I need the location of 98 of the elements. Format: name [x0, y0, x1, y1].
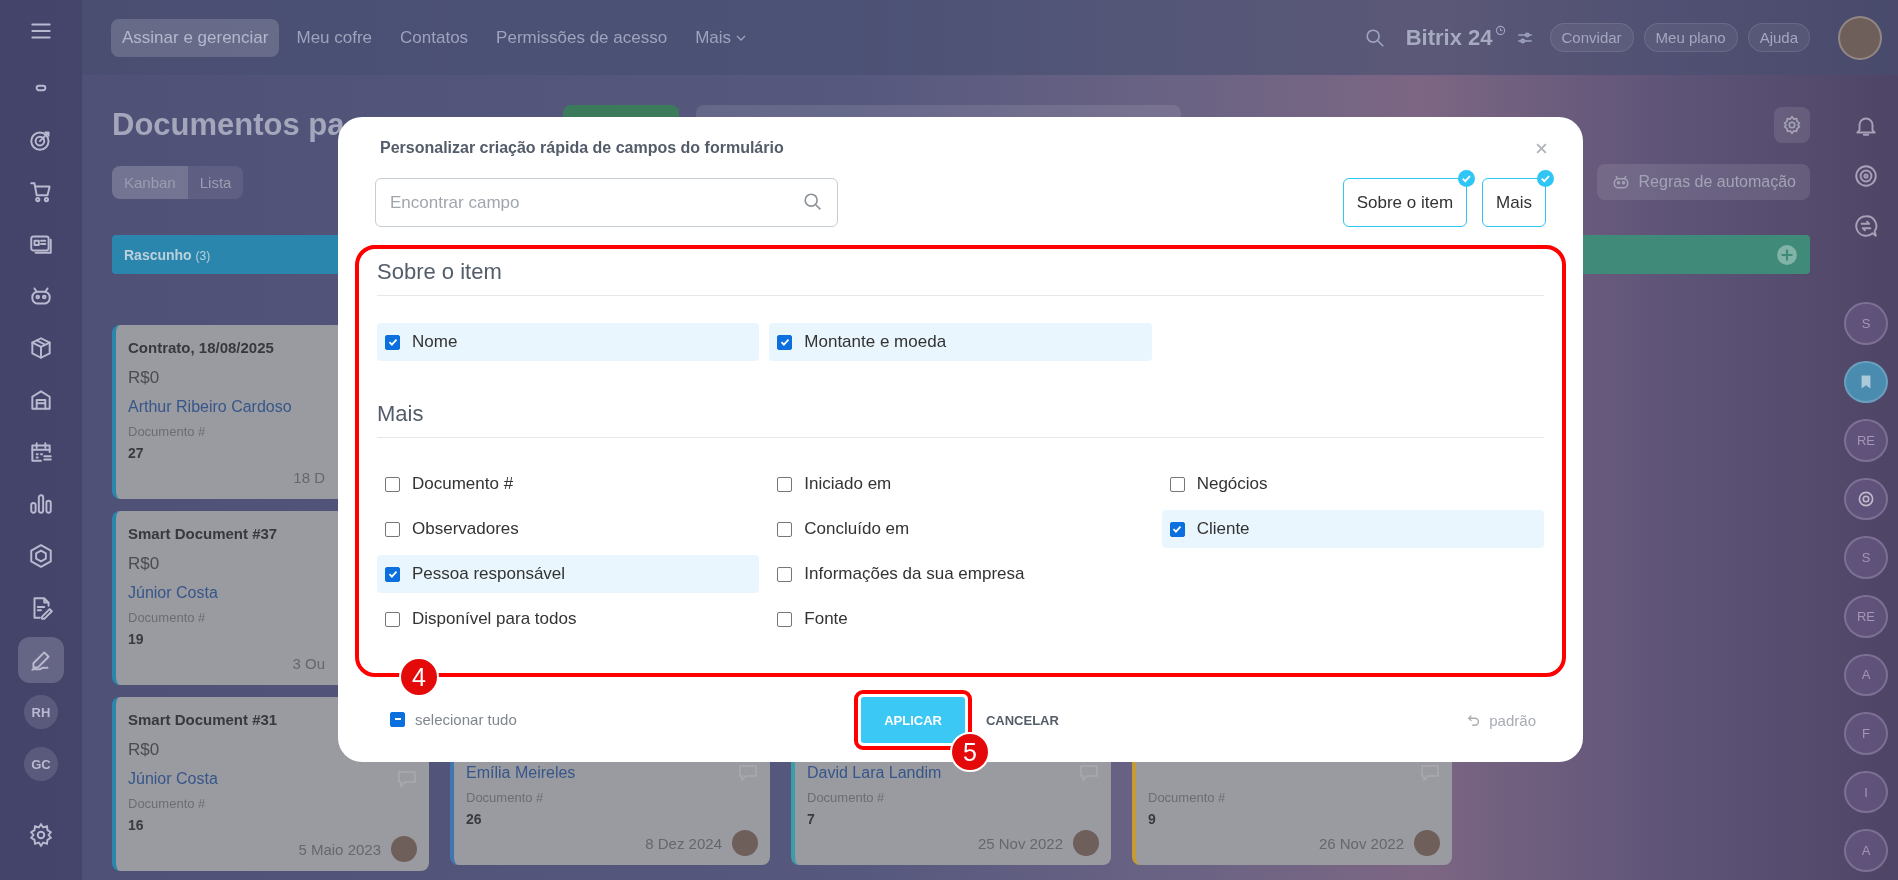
search-icon[interactable] — [1363, 26, 1386, 49]
checkbox[interactable] — [385, 521, 400, 537]
checkbox-option[interactable]: Montante e moeda — [769, 323, 1152, 361]
user-initials[interactable]: GC — [24, 747, 58, 781]
automation-button[interactable]: Regras de automação — [1596, 164, 1810, 200]
cart-icon — [28, 179, 54, 205]
header-button[interactable]: Convidar — [1549, 23, 1634, 52]
check-icon — [386, 568, 399, 580]
warehouse-icon — [28, 387, 54, 413]
checkbox[interactable] — [777, 566, 793, 582]
user-avatar — [732, 830, 758, 856]
check-icon — [386, 336, 399, 348]
settings-icon[interactable] — [28, 822, 54, 848]
checkbox[interactable] — [777, 476, 793, 492]
user-avatar — [391, 836, 417, 862]
gear-icon — [1781, 114, 1803, 136]
caret-icon — [736, 34, 747, 41]
box-icon — [28, 335, 54, 361]
amount-text: R$0 — [128, 740, 160, 760]
user-avatar — [1414, 830, 1440, 856]
hexagon-icon — [28, 543, 54, 569]
check-badge-icon — [1537, 170, 1554, 187]
contact-initials[interactable]: RE — [1844, 419, 1888, 462]
check-icon — [778, 336, 791, 348]
checkbox[interactable] — [1169, 521, 1185, 537]
nav-tab[interactable]: Meu cofre — [285, 18, 384, 57]
bar-chart-icon — [28, 491, 54, 517]
checkbox-option[interactable]: Informações da sua empresa — [769, 555, 1152, 593]
person-link[interactable]: Júnior Costa — [128, 584, 218, 602]
page-title: Documentos pa — [112, 107, 345, 143]
section-title: Sobre o item — [377, 259, 1544, 296]
card-title: Smart Document #31 — [128, 711, 278, 728]
nav-tab[interactable]: Assinar e gerenciar — [111, 18, 280, 57]
checkbox[interactable] — [385, 476, 400, 492]
field-value: 27 — [128, 445, 144, 461]
checkbox[interactable] — [385, 611, 400, 627]
section-title: Mais — [377, 401, 1544, 438]
header-button[interactable]: Meu plano — [1643, 23, 1738, 52]
check-badge-icon — [1458, 170, 1476, 187]
checkbox-option[interactable]: Iniciado em — [769, 465, 1152, 503]
checkbox[interactable] — [777, 611, 793, 627]
contact-initials[interactable]: S — [1844, 536, 1888, 579]
card-title: Smart Document #37 — [128, 525, 278, 542]
pen-button[interactable] — [18, 637, 64, 683]
field-value: 16 — [128, 817, 144, 833]
bookmark-button[interactable] — [1844, 360, 1888, 404]
nav-tab[interactable]: Contatos — [389, 18, 480, 57]
checkbox-option[interactable]: Nome — [377, 323, 760, 361]
card-title: Contrato, 18/08/2025 — [128, 339, 274, 356]
checkbox[interactable] — [777, 521, 793, 537]
contact-initials[interactable]: A — [1844, 829, 1888, 872]
field-value: 7 — [807, 811, 815, 827]
field-value: 9 — [1148, 811, 1156, 827]
chat-icon[interactable] — [1853, 213, 1879, 240]
check-icon — [1171, 523, 1184, 535]
person-link[interactable]: Arthur Ribeiro Cardoso — [128, 398, 292, 416]
checkbox-option[interactable]: Negócios — [1161, 465, 1544, 503]
dialog-title: Personalizar criação rápida de campos do formulário — [380, 139, 784, 157]
checkbox-option[interactable]: Cliente — [1161, 510, 1544, 548]
view-tab[interactable]: Lista — [187, 165, 244, 199]
chat-logo[interactable] — [1844, 477, 1888, 521]
checkbox-option[interactable]: Pessoa responsável — [377, 555, 760, 593]
checkbox[interactable] — [390, 711, 405, 727]
user-avatar — [1073, 830, 1099, 856]
checkbox[interactable] — [1169, 476, 1185, 492]
contact-initials[interactable]: S — [1844, 302, 1888, 345]
step-badge: 4 — [399, 657, 439, 697]
header-button[interactable]: Ajuda — [1747, 23, 1810, 52]
reset-link[interactable]: padrão — [1467, 711, 1536, 729]
field-value: 26 — [466, 811, 482, 827]
amount-text: R$0 — [128, 368, 160, 388]
field-value: 19 — [128, 631, 144, 647]
clock-icon — [1494, 25, 1506, 36]
nav-tab[interactable]: Mais — [684, 18, 758, 57]
person-link[interactable]: Júnior Costa — [128, 770, 218, 788]
checkbox[interactable] — [777, 334, 793, 350]
contact-initials[interactable]: F — [1844, 712, 1888, 755]
search-icon — [802, 191, 824, 213]
user-avatar[interactable] — [1838, 15, 1882, 60]
person-link[interactable]: David Lara Landim — [807, 764, 942, 782]
contact-initials[interactable]: A — [1844, 653, 1888, 697]
settings-button[interactable] — [1774, 107, 1810, 143]
contact-initials[interactable]: RE — [1844, 595, 1888, 638]
spiral-icon[interactable] — [1853, 163, 1879, 190]
undo-icon — [1467, 713, 1482, 727]
search-field[interactable]: Encontrar campo — [375, 178, 838, 227]
amount-text: R$0 — [128, 554, 160, 574]
logo-text: Bitrix 24 — [1405, 24, 1493, 51]
checkbox[interactable] — [385, 566, 400, 582]
checkbox-option[interactable]: Fonte — [769, 600, 1152, 638]
checkbox-option[interactable]: Concluído em — [769, 510, 1152, 548]
user-initials[interactable]: RH — [24, 695, 58, 729]
checkbox[interactable] — [385, 334, 400, 350]
calendar-icon — [28, 439, 54, 465]
person-link[interactable]: Emília Meireles — [466, 764, 576, 782]
column-title: Rascunho (3) — [124, 246, 211, 263]
nav-tab[interactable]: Permissões de acesso — [485, 18, 679, 57]
apply-button[interactable]: APLICAR — [861, 697, 965, 743]
